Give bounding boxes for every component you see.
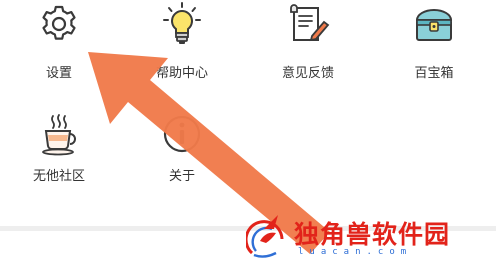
unicorn-logo-icon [246,215,284,258]
menu-item-label: 无他社区 [32,169,85,184]
menu-item-feedback[interactable]: 意见反馈 [253,0,363,90]
menu-item-about[interactable]: 关于 [127,0,237,184]
coffee-cup-icon [42,114,76,156]
menu-item-label: 百宝箱 [414,66,454,81]
watermark-url: luacan.com [298,247,413,257]
feedback-document-icon [290,4,330,42]
menu-item-label: 关于 [168,169,195,184]
treasure-box-icon [415,9,453,41]
watermark: 独角兽软件园 luacan.com [246,203,488,265]
menu-item-label: 意见反馈 [281,66,334,81]
menu-item-community[interactable]: 无他社区 [4,0,114,184]
watermark-brand: 独角兽软件园 [294,220,451,249]
menu-grid: 设置 帮助中心 意见反馈 百宝箱 无他社区 关于 [0,0,496,226]
menu-item-treasure-box[interactable]: 百宝箱 [379,0,489,90]
info-icon [163,115,201,153]
